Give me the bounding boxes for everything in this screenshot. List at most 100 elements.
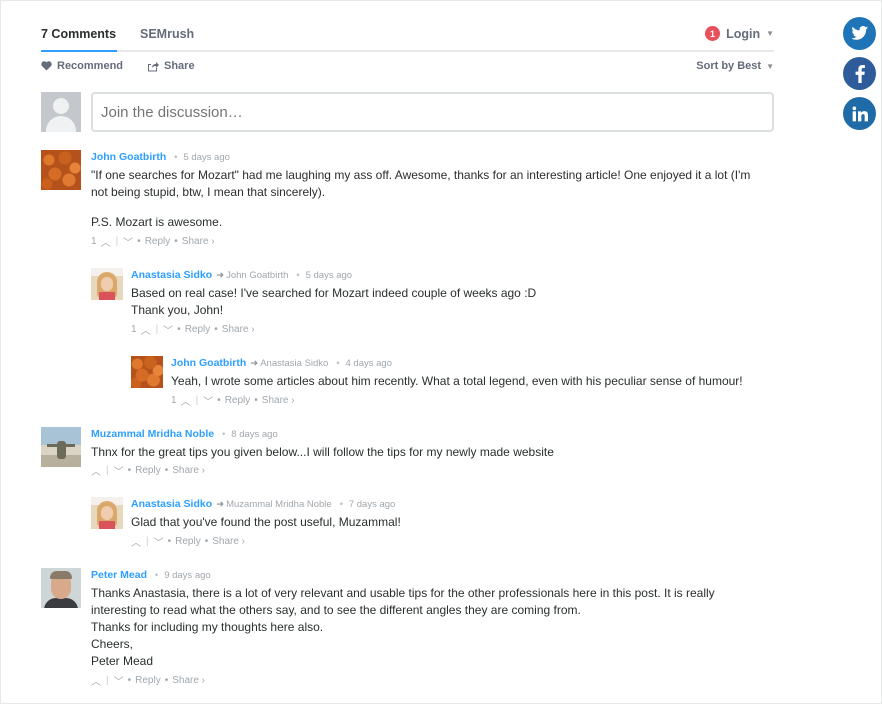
twitter-icon [850, 26, 868, 40]
share-button[interactable]: Share › [212, 536, 245, 547]
downvote-icon[interactable]: ﹀ [123, 234, 133, 249]
comment-time[interactable]: 5 days ago [306, 270, 352, 281]
comment-line: Thanks Anastasia, there is a lot of very… [91, 586, 715, 600]
comment-header: Muzammal Mridha Noble • 8 days ago [91, 428, 278, 440]
downvote-icon[interactable]: ﹀ [154, 534, 164, 549]
comment-author[interactable]: John Goatbirth [171, 357, 246, 369]
discussion-toolbar: Recommend Share Sort by Best ▼ [41, 60, 774, 76]
reply-button[interactable]: Reply [225, 395, 251, 406]
reply-button[interactable]: Reply [185, 324, 211, 335]
linkedin-share-button[interactable] [843, 97, 876, 130]
comment-input[interactable] [91, 92, 774, 132]
separator-dot: • [296, 270, 300, 280]
separator-dot: • [127, 465, 132, 476]
comment-author[interactable]: Anastasia Sidko [131, 498, 212, 510]
avatar-hair [50, 571, 72, 579]
comment-line: Yeah, I wrote some articles about him re… [171, 374, 743, 388]
comment-body: Glad that you've found the post useful, … [131, 514, 781, 531]
reply-to[interactable]: ➜ Muzammal Mridha Noble [216, 499, 332, 510]
avatar[interactable] [41, 150, 81, 190]
recommend-button[interactable]: Recommend [41, 60, 123, 72]
comment-author[interactable]: Peter Mead [91, 569, 147, 581]
share-button[interactable]: Share › [222, 324, 255, 335]
share-button[interactable]: Share › [262, 395, 295, 406]
comment-line: Glad that you've found the post useful, … [131, 515, 401, 529]
comment-time[interactable]: 7 days ago [349, 499, 395, 510]
downvote-icon[interactable]: ﹀ [114, 673, 124, 688]
vote-count: 1 [91, 236, 97, 247]
avatar[interactable] [131, 356, 163, 388]
reply-to-name: Anastasia Sidko [260, 358, 329, 369]
twitter-share-button[interactable] [843, 17, 876, 50]
separator-dot: • [217, 395, 221, 406]
tab-comments[interactable]: 7 Comments [41, 27, 118, 52]
separator-dot: • [336, 358, 340, 368]
divider: | [146, 536, 149, 547]
sort-label: Sort by Best [696, 60, 762, 72]
upvote-icon[interactable]: ︿ [91, 673, 101, 688]
separator-dot: • [137, 236, 141, 247]
downvote-icon[interactable]: ﹀ [203, 393, 213, 408]
comment-line: not being stupid, btw, I mean that since… [91, 185, 326, 199]
reply-button[interactable]: Reply [175, 536, 201, 547]
separator-dot: • [127, 675, 132, 686]
upvote-icon[interactable]: ︿ [141, 322, 151, 337]
avatar[interactable] [41, 568, 81, 608]
avatar[interactable] [41, 427, 81, 467]
reply-button[interactable]: Reply [145, 236, 171, 247]
facebook-icon [855, 64, 865, 83]
separator-dot: • [214, 324, 218, 335]
login-menu[interactable]: 1 Login ▼ [705, 26, 774, 41]
recommend-label: Recommend [57, 60, 124, 72]
reply-to[interactable]: ➜ Anastasia Sidko [250, 358, 328, 369]
share-icon [148, 61, 159, 71]
share-button[interactable]: Share › [182, 236, 215, 247]
comment-header: John Goatbirth • 5 days ago [91, 151, 230, 163]
comment-author[interactable]: John Goatbirth [91, 151, 166, 163]
chevron-down-icon: ▼ [766, 61, 774, 71]
separator-dot: • [204, 536, 209, 547]
user-avatar [41, 92, 81, 132]
share-button[interactable]: Share › [172, 465, 205, 476]
comment-body: Thnx for the great tips you given below.… [91, 444, 781, 461]
separator-dot: • [164, 675, 169, 686]
avatar[interactable] [91, 268, 123, 300]
separator-dot: • [167, 536, 172, 547]
upvote-icon[interactable]: ︿ [101, 234, 111, 249]
comment-header: Anastasia Sidko ➜ Muzammal Mridha Noble •… [131, 498, 395, 510]
share-discussion-button[interactable]: Share [147, 60, 195, 72]
tab-site[interactable]: SEMrush [140, 27, 194, 41]
upvote-icon[interactable]: ︿ [131, 534, 141, 549]
vote-count: 1 [171, 395, 177, 406]
notification-badge[interactable]: 1 [705, 26, 721, 41]
comment-time[interactable]: 9 days ago [164, 570, 210, 581]
comment-author[interactable]: Anastasia Sidko [131, 269, 212, 281]
share-button[interactable]: Share › [172, 675, 205, 686]
reply-arrow-icon: ➜ [250, 358, 259, 369]
reply-button[interactable]: Reply [135, 675, 161, 686]
avatar[interactable] [91, 497, 123, 529]
upvote-icon[interactable]: ︿ [181, 393, 191, 408]
comment-body: "If one searches for Mozart" had me laug… [91, 167, 781, 231]
comment-body: Thanks Anastasia, there is a lot of very… [91, 585, 781, 670]
comment-time[interactable]: 5 days ago [183, 152, 229, 163]
separator-dot: • [222, 429, 226, 439]
facebook-share-button[interactable] [843, 57, 876, 90]
divider: | [106, 675, 109, 686]
comment-footer: 1 ︿ | ﹀ • Reply • Share › [91, 234, 215, 249]
downvote-icon[interactable]: ﹀ [163, 322, 173, 337]
divider: | [195, 395, 199, 406]
comment-item: John Goatbirth ➜ Anastasia Sidko • 4 days… [131, 356, 781, 408]
upvote-icon[interactable]: ︿ [91, 463, 101, 478]
comment-line: interesting to read what the others say,… [91, 603, 581, 617]
comment-item: Anastasia Sidko ➜ Muzammal Mridha Noble •… [91, 497, 781, 549]
reply-button[interactable]: Reply [135, 465, 161, 476]
downvote-icon[interactable]: ﹀ [114, 463, 124, 478]
comment-line: Cheers, [91, 637, 134, 651]
comment-author[interactable]: Muzammal Mridha Noble [91, 428, 214, 440]
avatar-body [46, 116, 76, 132]
comment-time[interactable]: 8 days ago [231, 429, 277, 440]
comment-time[interactable]: 4 days ago [346, 358, 392, 369]
reply-to[interactable]: ➜ John Goatbirth [216, 270, 288, 281]
sort-dropdown[interactable]: Sort by Best ▼ [696, 60, 774, 72]
